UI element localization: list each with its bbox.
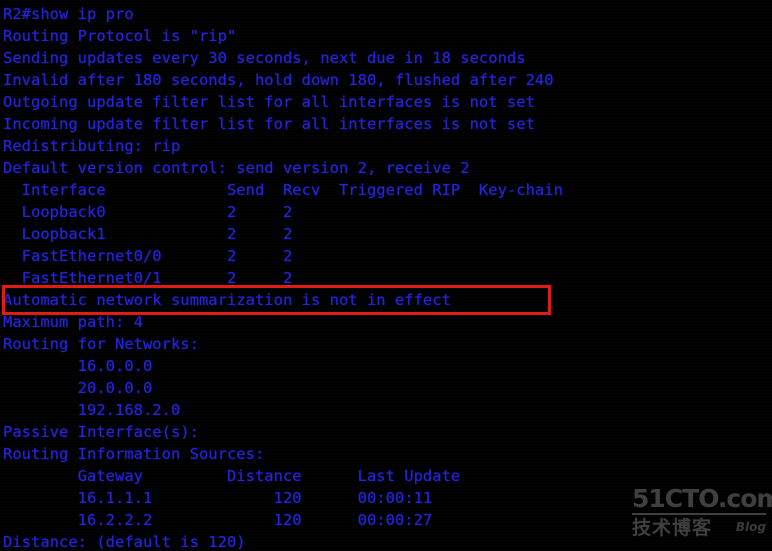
terminal-line: Passive Interface(s): bbox=[3, 423, 199, 441]
terminal-line: Routing for Networks: bbox=[3, 335, 199, 353]
terminal-screen[interactable]: R2#show ip pro Routing Protocol is "rip"… bbox=[0, 0, 772, 551]
terminal-line: Default version control: send version 2,… bbox=[3, 159, 470, 177]
terminal-line: Routing Information Sources: bbox=[3, 445, 265, 463]
terminal-line: Maximum path: 4 bbox=[3, 313, 143, 331]
watermark-subtitle-text: 技术博客 bbox=[632, 517, 713, 539]
watermark: 51CTO.com 技术博客 Blog bbox=[632, 484, 772, 547]
interface-table-row: FastEthernet0/0 2 2 bbox=[3, 247, 293, 265]
terminal-line: Redistributing: rip bbox=[3, 137, 181, 155]
terminal-line: Routing Protocol is "rip" bbox=[3, 27, 237, 45]
interface-table-row: FastEthernet0/1 2 2 bbox=[3, 269, 293, 287]
terminal-line: Outgoing update filter list for all inte… bbox=[3, 93, 535, 111]
interface-table-row: Loopback0 2 2 bbox=[3, 203, 293, 221]
network-entry: 16.0.0.0 bbox=[3, 357, 153, 375]
highlighted-terminal-line: Automatic network summarization is not i… bbox=[3, 291, 451, 309]
terminal-output: R2#show ip pro Routing Protocol is "rip"… bbox=[0, 0, 772, 551]
interface-table-header: Interface Send Recv Triggered RIP Key-ch… bbox=[3, 181, 563, 199]
watermark-title: 51CTO.com bbox=[632, 484, 772, 513]
watermark-divider bbox=[632, 513, 766, 515]
network-entry: 20.0.0.0 bbox=[3, 379, 153, 397]
terminal-line: Invalid after 180 seconds, hold down 180… bbox=[3, 71, 554, 89]
terminal-line: Incoming update filter list for all inte… bbox=[3, 115, 535, 133]
terminal-line: Sending updates every 30 seconds, next d… bbox=[3, 49, 526, 67]
watermark-subtitle: 技术博客 Blog bbox=[632, 517, 766, 539]
watermark-blog-label: Blog bbox=[735, 520, 766, 534]
network-entry: 192.168.2.0 bbox=[3, 401, 181, 419]
interface-table-row: Loopback1 2 2 bbox=[3, 225, 293, 243]
terminal-line: R2#show ip pro bbox=[3, 5, 134, 23]
